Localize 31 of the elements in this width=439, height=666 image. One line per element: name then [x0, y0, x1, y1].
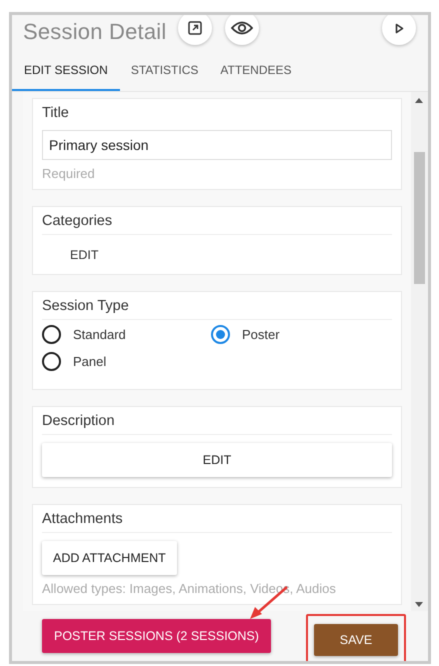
scrollbar[interactable] [411, 92, 428, 611]
title-field[interactable]: Primary session [42, 130, 392, 160]
radio-button[interactable] [42, 325, 61, 344]
scrollbar-thumb[interactable] [414, 152, 425, 284]
radio-button[interactable] [211, 325, 230, 344]
card-heading: Categories [42, 211, 392, 235]
save-button[interactable]: SAVE [314, 624, 398, 656]
required-hint: Required [42, 166, 96, 181]
add-attachment-button[interactable]: ADD ATTACHMENT [42, 541, 177, 575]
card-heading: Title [42, 104, 70, 123]
scroll-down-icon [415, 602, 423, 607]
tab[interactable]: ATTENDEES [209, 51, 302, 91]
radio-label: Poster [242, 327, 280, 342]
open-external-icon [188, 21, 202, 35]
play-icon [394, 22, 404, 34]
open-external-button[interactable] [178, 15, 212, 45]
preview-button[interactable] [225, 15, 259, 45]
card-heading: Attachments [42, 509, 392, 533]
poster-sessions-button[interactable]: POSTER SESSIONS (2 SESSIONS) [42, 619, 271, 653]
eye-icon [231, 21, 253, 35]
card-heading: Description [42, 411, 392, 435]
radio-label: Panel [73, 354, 106, 369]
radio-label: Standard [73, 327, 126, 342]
scroll-up-icon [415, 98, 423, 103]
dialog-title: Session Detail [23, 19, 166, 45]
play-button[interactable] [382, 15, 416, 45]
tab[interactable]: STATISTICS [120, 51, 210, 91]
edit-button[interactable]: EDIT [42, 443, 392, 477]
card-heading: Session Type [42, 296, 392, 320]
radio-button[interactable] [42, 352, 61, 371]
edit-button[interactable]: EDIT [42, 235, 126, 266]
